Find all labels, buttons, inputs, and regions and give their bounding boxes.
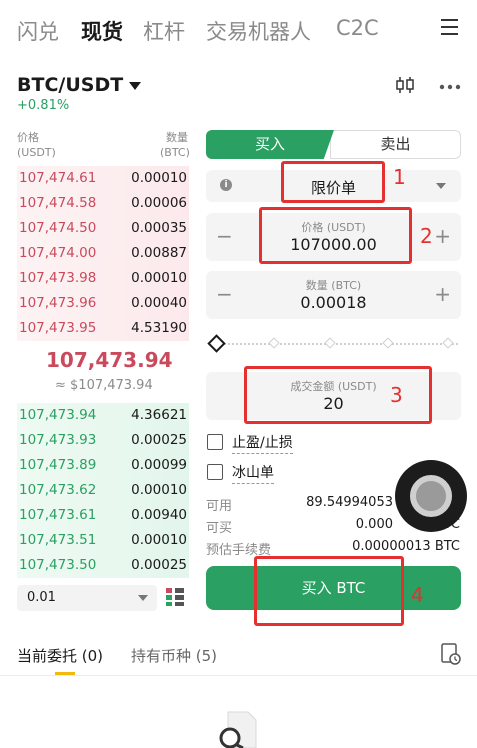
quantity-increment-button[interactable]: + [434, 282, 451, 306]
annotation-box-3 [244, 366, 432, 424]
quantity-label: 数量 (BTC) [305, 279, 362, 292]
ask-row[interactable]: 107,474.61 0.00010 [17, 166, 189, 191]
assistive-ring-icon [410, 475, 452, 517]
order-history-icon[interactable] [441, 643, 461, 665]
available-value: 89.54994053 [306, 495, 393, 510]
bid-row[interactable]: 107,473.50 0.00025 [17, 553, 189, 578]
bid-row[interactable]: 107,473.61 0.00940 [17, 503, 189, 528]
chevron-down-icon [436, 183, 446, 189]
last-price[interactable]: 107,473.94 [46, 348, 173, 372]
annotation-box-2 [259, 207, 412, 264]
ask-row[interactable]: 107,473.96 0.00040 [17, 291, 189, 316]
annotation-number-1: 1 [393, 165, 406, 189]
slider-tick-75[interactable] [382, 337, 394, 349]
annotation-number-3: 3 [390, 383, 403, 407]
tab-spot[interactable]: 现货 [81, 16, 123, 46]
chevron-down-icon [129, 81, 142, 90]
iceberg-label[interactable]: 冰山单 [232, 462, 274, 484]
tab-open-orders[interactable]: 当前委托 (0) [17, 645, 103, 666]
tab-c2c[interactable]: C2C [336, 16, 379, 40]
amount-slider-track[interactable] [224, 343, 458, 345]
orderbook-qty-header: 数量 (BTC) [160, 131, 190, 159]
orders-tabs: 当前委托 (0) 持有币种 (5) [0, 640, 477, 676]
slider-tick-50[interactable] [324, 337, 336, 349]
quantity-field[interactable]: − 数量 (BTC) 0.00018 + [206, 271, 461, 319]
ask-row[interactable]: 107,474.50 0.00035 [17, 216, 189, 241]
tab-flash-swap[interactable]: 闪兑 [17, 16, 59, 46]
annotation-box-1 [281, 161, 385, 203]
sell-tab[interactable]: 卖出 [330, 130, 461, 159]
tab-trading-bot[interactable]: 交易机器人 [206, 16, 311, 46]
pair-symbol: BTC/USDT [17, 74, 124, 96]
annotation-number-4: 4 [411, 583, 424, 607]
last-price-fiat: ≈ $107,473.94 [55, 378, 153, 393]
orderbook-layout-icon[interactable] [166, 587, 184, 607]
ask-row[interactable]: 107,474.58 0.00006 [17, 191, 189, 216]
tp-sl-label[interactable]: 止盈/止损 [232, 432, 293, 454]
pair-selector[interactable]: BTC/USDT [17, 74, 142, 96]
candlestick-chart-icon[interactable] [395, 76, 415, 94]
buyable-key: 可买 [206, 521, 233, 536]
bid-row[interactable]: 107,473.93 0.00025 [17, 428, 189, 453]
price-increment-button[interactable]: + [434, 224, 451, 248]
quantity-input[interactable]: 0.00018 [206, 293, 461, 312]
empty-search-icon [219, 711, 257, 748]
depth-value: 0.01 [27, 590, 56, 605]
bid-row[interactable]: 107,473.89 0.00099 [17, 453, 189, 478]
more-options-icon[interactable] [439, 84, 461, 90]
available-key: 可用 [206, 499, 233, 514]
bid-row[interactable]: 107,473.94 4.36621 [17, 403, 189, 428]
tab-margin[interactable]: 杠杆 [143, 16, 185, 46]
ask-row[interactable]: 107,473.95 4.53190 [17, 316, 189, 341]
annotation-box-4 [254, 556, 404, 626]
depth-precision-select[interactable]: 0.01 [17, 585, 157, 611]
floating-assistive-button[interactable] [395, 460, 467, 532]
active-tab-indicator [55, 672, 75, 675]
tp-sl-checkbox[interactable] [207, 434, 223, 450]
top-navigation: 闪兑 现货 杠杆 交易机器人 C2C [0, 0, 477, 58]
ask-row[interactable]: 107,473.98 0.00010 [17, 266, 189, 291]
bid-row[interactable]: 107,473.62 0.00010 [17, 478, 189, 503]
tab-holdings[interactable]: 持有币种 (5) [131, 645, 217, 666]
slider-tick-25[interactable] [268, 337, 280, 349]
amount-slider-handle[interactable] [207, 334, 226, 353]
ask-row[interactable]: 107,474.00 0.00887 [17, 241, 189, 266]
buy-sell-toggle: 卖出 买入 [206, 130, 461, 159]
iceberg-checkbox[interactable] [207, 464, 223, 480]
annotation-number-2: 2 [420, 224, 433, 248]
fee-value: 0.00000013 BTC [352, 539, 460, 554]
chevron-down-icon [138, 595, 148, 601]
slider-tick-100[interactable] [442, 337, 454, 349]
price-change: +0.81% [17, 98, 70, 113]
hamburger-menu-icon[interactable] [441, 18, 459, 36]
buy-tab[interactable]: 买入 [206, 130, 334, 159]
orderbook-price-header: 价格 (USDT) [17, 131, 56, 159]
buyable-value: 0.000 [355, 517, 393, 532]
bid-row[interactable]: 107,473.51 0.00010 [17, 528, 189, 553]
